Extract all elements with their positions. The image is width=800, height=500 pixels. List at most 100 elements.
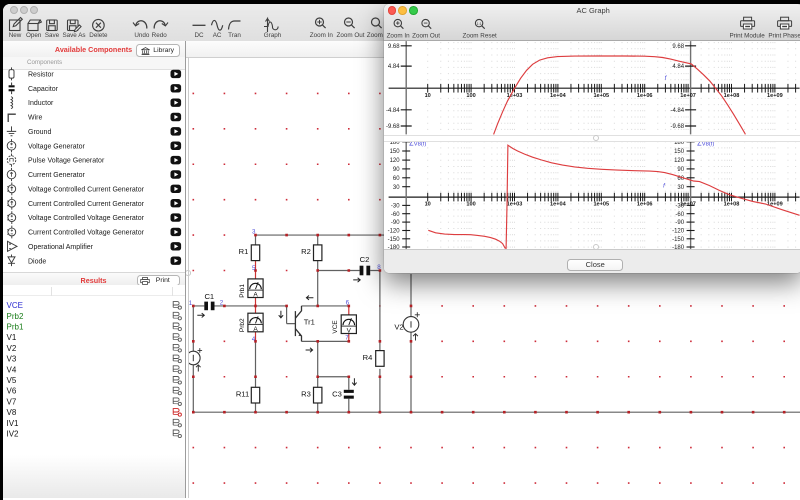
svg-text:-150: -150	[388, 237, 401, 243]
svg-text:Voltage Controlled Voltage Gen: Voltage Controlled Voltage Generator	[28, 215, 145, 222]
svg-text:A: A	[253, 291, 258, 298]
svg-text:Capacitor: Capacitor	[28, 86, 59, 93]
svg-text:100: 100	[467, 202, 476, 208]
svg-text:1e+03: 1e+03	[507, 202, 523, 208]
svg-text:Operational Amplifier: Operational Amplifier	[28, 244, 94, 251]
svg-text:R2: R2	[301, 247, 311, 256]
svg-text:R11: R11	[236, 389, 249, 398]
svg-text:6: 6	[346, 299, 350, 306]
svg-text:30: 30	[393, 185, 400, 191]
svg-text:10: 10	[425, 202, 431, 208]
svg-text:60: 60	[393, 176, 400, 182]
svg-text:Zoom In: Zoom In	[310, 32, 334, 39]
svg-text:Tr1: Tr1	[304, 317, 315, 326]
svg-text:2: 2	[220, 299, 224, 306]
svg-text:V6: V6	[7, 387, 17, 396]
svg-text:90: 90	[678, 167, 685, 173]
svg-text:R3: R3	[301, 389, 311, 398]
svg-text:Current Controlled Current Gen: Current Controlled Current Generator	[28, 201, 145, 208]
svg-text:V2: V2	[7, 344, 17, 353]
svg-text:V3: V3	[7, 355, 17, 364]
svg-text:4: 4	[252, 335, 256, 342]
svg-text:120: 120	[674, 158, 685, 164]
svg-text:1e+04: 1e+04	[550, 93, 567, 99]
svg-text:Current Generator: Current Generator	[28, 172, 85, 179]
svg-text:Voltage Controlled Current Gen: Voltage Controlled Current Generator	[28, 186, 145, 193]
svg-text:Voltage Generator: Voltage Generator	[28, 143, 85, 150]
svg-text:7: 7	[345, 334, 349, 341]
svg-text:1e+05: 1e+05	[594, 93, 610, 99]
svg-text:-9.68: -9.68	[386, 124, 400, 130]
svg-text:IV1: IV1	[7, 419, 20, 428]
svg-text:-90: -90	[676, 220, 685, 226]
svg-text:4.84: 4.84	[673, 64, 685, 70]
svg-text:Ground: Ground	[28, 129, 51, 136]
svg-text:C2: C2	[360, 255, 370, 264]
svg-text:100: 100	[467, 93, 476, 99]
svg-text:Inductor: Inductor	[28, 100, 54, 107]
svg-text:-9.68: -9.68	[671, 124, 685, 130]
svg-text:9.68: 9.68	[673, 44, 685, 50]
svg-text:1e+06: 1e+06	[637, 202, 653, 208]
svg-text:-120: -120	[388, 229, 401, 235]
svg-text:V7: V7	[7, 397, 17, 406]
svg-text:Pulse Voltage Generator: Pulse Voltage Generator	[28, 158, 105, 165]
svg-text:V4: V4	[7, 365, 17, 374]
svg-text:5: 5	[252, 264, 256, 271]
svg-text:A: A	[253, 326, 258, 333]
svg-text:-150: -150	[673, 237, 686, 243]
svg-text:-120: -120	[673, 229, 686, 235]
svg-text:-4.84: -4.84	[386, 108, 400, 114]
svg-text:1e+04: 1e+04	[550, 202, 567, 208]
svg-text:V5: V5	[7, 376, 17, 385]
svg-text:VCE: VCE	[7, 301, 23, 310]
svg-text:150: 150	[390, 149, 401, 155]
svg-text:1e+08: 1e+08	[724, 93, 740, 99]
svg-text:Resistor: Resistor	[28, 72, 54, 79]
svg-text:1e+05: 1e+05	[594, 202, 610, 208]
svg-text:150: 150	[674, 149, 685, 155]
svg-text:10: 10	[425, 93, 431, 99]
svg-text:IV2: IV2	[7, 430, 20, 439]
svg-text:Tran: Tran	[228, 32, 241, 39]
svg-text:Prb1: Prb1	[7, 323, 24, 332]
svg-text:C1: C1	[204, 291, 214, 300]
svg-text:V8: V8	[7, 408, 17, 417]
svg-text:-30: -30	[391, 204, 400, 210]
svg-text:Prb2: Prb2	[239, 317, 246, 331]
svg-text:1e+08: 1e+08	[724, 202, 740, 208]
svg-text:1e+07: 1e+07	[681, 93, 697, 99]
svg-text:1e+09: 1e+09	[767, 93, 783, 99]
svg-text:120: 120	[390, 158, 401, 164]
svg-text:VCE: VCE	[332, 319, 339, 333]
svg-text:-60: -60	[676, 212, 685, 218]
svg-text:90: 90	[393, 167, 400, 173]
svg-text:Prb2: Prb2	[7, 312, 24, 321]
svg-text:Current Controlled Voltage Gen: Current Controlled Voltage Generator	[28, 230, 145, 237]
svg-text:DC: DC	[194, 32, 204, 39]
svg-text:AC: AC	[213, 32, 222, 39]
svg-text:Prb1: Prb1	[239, 283, 246, 297]
svg-text:-60: -60	[391, 212, 400, 218]
svg-text:8: 8	[377, 264, 381, 271]
svg-text:Wire: Wire	[28, 115, 42, 122]
svg-text:R4: R4	[363, 353, 373, 362]
svg-text:3: 3	[252, 228, 256, 235]
svg-text:f: f	[665, 76, 668, 82]
svg-text:Diode: Diode	[28, 258, 46, 265]
svg-text:-90: -90	[391, 220, 400, 226]
svg-text:V1: V1	[7, 333, 17, 342]
svg-text:Zoom Out: Zoom Out	[337, 32, 365, 39]
svg-text:Graph: Graph	[264, 32, 282, 39]
svg-text:1: 1	[189, 299, 193, 306]
svg-text:4.84: 4.84	[388, 64, 400, 70]
svg-text:-4.84: -4.84	[671, 108, 685, 114]
svg-text:C3: C3	[332, 389, 342, 398]
svg-text:1e+06: 1e+06	[637, 93, 653, 99]
svg-text:f: f	[663, 183, 666, 189]
svg-text:9.68: 9.68	[388, 44, 400, 50]
svg-text:V2: V2	[394, 322, 403, 331]
svg-text:30: 30	[678, 185, 685, 191]
svg-text:R1: R1	[239, 247, 249, 256]
svg-text:-30: -30	[676, 204, 685, 210]
